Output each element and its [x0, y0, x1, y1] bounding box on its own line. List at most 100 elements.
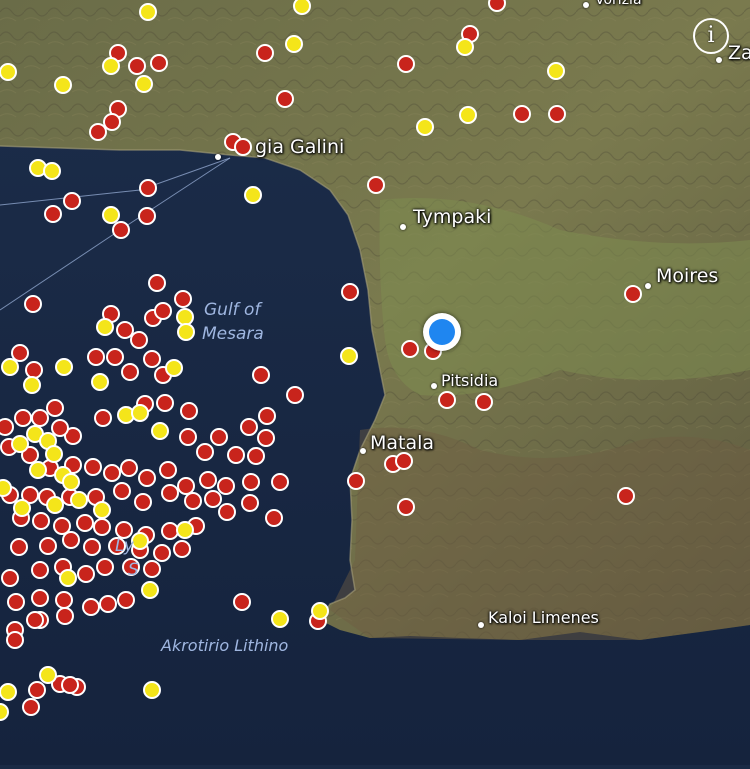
- red-place-marker[interactable]: [10, 538, 28, 556]
- red-place-marker[interactable]: [156, 394, 174, 412]
- red-place-marker[interactable]: [204, 490, 222, 508]
- red-place-marker[interactable]: [143, 350, 161, 368]
- yellow-place-marker[interactable]: [54, 76, 72, 94]
- red-place-marker[interactable]: [128, 57, 146, 75]
- red-place-marker[interactable]: [32, 512, 50, 530]
- yellow-place-marker[interactable]: [547, 62, 565, 80]
- red-place-marker[interactable]: [116, 321, 134, 339]
- red-place-marker[interactable]: [154, 302, 172, 320]
- red-place-marker[interactable]: [61, 676, 79, 694]
- red-place-marker[interactable]: [22, 698, 40, 716]
- red-place-marker[interactable]: [241, 494, 259, 512]
- red-place-marker[interactable]: [87, 348, 105, 366]
- red-place-marker[interactable]: [475, 393, 493, 411]
- satellite-map[interactable]: gia Galini Tympaki Moires Pitsidia Matal…: [0, 0, 750, 765]
- red-place-marker[interactable]: [139, 179, 157, 197]
- yellow-place-marker[interactable]: [23, 376, 41, 394]
- red-place-marker[interactable]: [257, 429, 275, 447]
- yellow-place-marker[interactable]: [285, 35, 303, 53]
- red-place-marker[interactable]: [62, 531, 80, 549]
- yellow-place-marker[interactable]: [176, 308, 194, 326]
- yellow-place-marker[interactable]: [459, 106, 477, 124]
- red-place-marker[interactable]: [63, 192, 81, 210]
- red-place-marker[interactable]: [94, 409, 112, 427]
- yellow-place-marker[interactable]: [39, 666, 57, 684]
- yellow-place-marker[interactable]: [456, 38, 474, 56]
- red-place-marker[interactable]: [242, 473, 260, 491]
- yellow-place-marker[interactable]: [271, 610, 289, 628]
- red-place-marker[interactable]: [341, 283, 359, 301]
- red-place-marker[interactable]: [121, 363, 139, 381]
- red-place-marker[interactable]: [276, 90, 294, 108]
- red-place-marker[interactable]: [367, 176, 385, 194]
- red-place-marker[interactable]: [84, 458, 102, 476]
- red-place-marker[interactable]: [258, 407, 276, 425]
- red-place-marker[interactable]: [177, 477, 195, 495]
- red-place-marker[interactable]: [93, 518, 111, 536]
- red-place-marker[interactable]: [347, 472, 365, 490]
- red-place-marker[interactable]: [138, 469, 156, 487]
- red-place-marker[interactable]: [265, 509, 283, 527]
- red-place-marker[interactable]: [227, 446, 245, 464]
- red-place-marker[interactable]: [82, 598, 100, 616]
- red-place-marker[interactable]: [28, 681, 46, 699]
- red-place-marker[interactable]: [233, 593, 251, 611]
- red-place-marker[interactable]: [199, 471, 217, 489]
- yellow-place-marker[interactable]: [62, 473, 80, 491]
- red-place-marker[interactable]: [247, 447, 265, 465]
- red-place-marker[interactable]: [138, 207, 156, 225]
- red-place-marker[interactable]: [31, 561, 49, 579]
- yellow-place-marker[interactable]: [29, 461, 47, 479]
- red-place-marker[interactable]: [0, 418, 14, 436]
- red-place-marker[interactable]: [179, 428, 197, 446]
- red-place-marker[interactable]: [134, 493, 152, 511]
- red-place-marker[interactable]: [161, 484, 179, 502]
- red-place-marker[interactable]: [240, 418, 258, 436]
- red-place-marker[interactable]: [234, 138, 252, 156]
- yellow-place-marker[interactable]: [0, 703, 9, 721]
- yellow-place-marker[interactable]: [59, 569, 77, 587]
- red-place-marker[interactable]: [196, 443, 214, 461]
- red-place-marker[interactable]: [271, 473, 289, 491]
- red-place-marker[interactable]: [103, 113, 121, 131]
- red-place-marker[interactable]: [150, 54, 168, 72]
- yellow-place-marker[interactable]: [11, 435, 29, 453]
- info-icon[interactable]: i: [693, 18, 729, 54]
- yellow-place-marker[interactable]: [131, 532, 149, 550]
- red-place-marker[interactable]: [113, 482, 131, 500]
- red-place-marker[interactable]: [210, 428, 228, 446]
- yellow-place-marker[interactable]: [0, 683, 17, 701]
- red-place-marker[interactable]: [106, 348, 124, 366]
- yellow-place-marker[interactable]: [293, 0, 311, 15]
- red-place-marker[interactable]: [217, 477, 235, 495]
- yellow-place-marker[interactable]: [0, 479, 12, 497]
- yellow-place-marker[interactable]: [311, 602, 329, 620]
- yellow-place-marker[interactable]: [416, 118, 434, 136]
- red-place-marker[interactable]: [44, 205, 62, 223]
- red-place-marker[interactable]: [120, 459, 138, 477]
- red-place-marker[interactable]: [173, 540, 191, 558]
- red-place-marker[interactable]: [513, 105, 531, 123]
- yellow-place-marker[interactable]: [1, 358, 19, 376]
- red-place-marker[interactable]: [218, 503, 236, 521]
- red-place-marker[interactable]: [180, 402, 198, 420]
- yellow-place-marker[interactable]: [139, 3, 157, 21]
- yellow-place-marker[interactable]: [143, 681, 161, 699]
- yellow-place-marker[interactable]: [102, 206, 120, 224]
- red-place-marker[interactable]: [438, 391, 456, 409]
- red-place-marker[interactable]: [39, 537, 57, 555]
- red-place-marker[interactable]: [6, 631, 24, 649]
- yellow-place-marker[interactable]: [93, 501, 111, 519]
- yellow-place-marker[interactable]: [0, 63, 17, 81]
- yellow-place-marker[interactable]: [70, 491, 88, 509]
- red-place-marker[interactable]: [117, 591, 135, 609]
- yellow-place-marker[interactable]: [46, 496, 64, 514]
- red-place-marker[interactable]: [56, 607, 74, 625]
- red-place-marker[interactable]: [252, 366, 270, 384]
- current-location-icon[interactable]: [423, 313, 461, 351]
- red-place-marker[interactable]: [31, 409, 49, 427]
- yellow-place-marker[interactable]: [91, 373, 109, 391]
- red-place-marker[interactable]: [51, 419, 69, 437]
- red-place-marker[interactable]: [83, 538, 101, 556]
- red-place-marker[interactable]: [143, 560, 161, 578]
